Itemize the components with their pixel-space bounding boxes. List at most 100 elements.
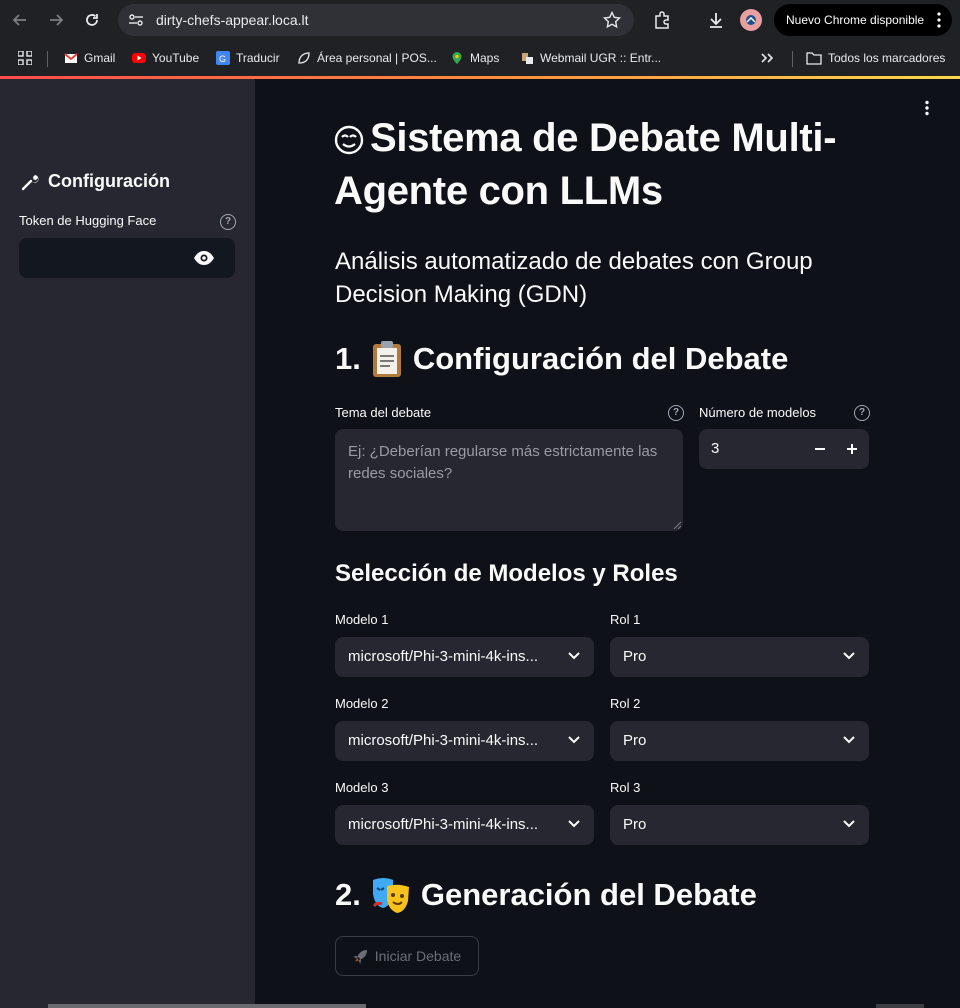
increment-button[interactable] bbox=[837, 434, 867, 464]
chevron-down-icon bbox=[568, 820, 580, 828]
bookmark-separator bbox=[792, 51, 793, 67]
role-3-select[interactable]: Pro bbox=[610, 805, 869, 845]
more-bookmarks-icon[interactable] bbox=[760, 50, 774, 66]
model-1-select[interactable]: microsoft/Phi-3-mini-4k-ins... bbox=[335, 637, 594, 677]
bookmark-label: YouTube bbox=[152, 51, 200, 65]
bookmark-maps[interactable]: Maps bbox=[450, 50, 499, 66]
address-bar[interactable]: dirty-chefs-appear.loca.lt bbox=[118, 4, 634, 36]
bookmark-separator bbox=[47, 51, 48, 67]
page-title: Sistema de Debate Multi-Agente con LLMs bbox=[334, 112, 874, 218]
bookmark-youtube[interactable]: YouTube bbox=[132, 50, 199, 66]
role-2-select[interactable]: Pro bbox=[610, 721, 869, 761]
role-3-label: Rol 3 bbox=[610, 780, 641, 795]
start-debate-button[interactable]: Iniciar Debate bbox=[335, 936, 479, 976]
section-number: 2. bbox=[335, 877, 361, 912]
back-arrow-icon bbox=[12, 14, 26, 26]
sidebar-title: Configuración bbox=[20, 171, 170, 192]
bookmark-area-personal[interactable]: Área personal | POS... bbox=[297, 50, 437, 66]
section-text: Generación del Debate bbox=[420, 877, 757, 912]
all-bookmarks-folder[interactable]: Todos los marcadores bbox=[806, 50, 945, 66]
section-config-heading: 1. Configuración del Debate bbox=[335, 340, 788, 378]
all-bookmarks-label: Todos los marcadores bbox=[828, 51, 946, 65]
leaf-icon bbox=[298, 52, 310, 64]
bookmark-webmail[interactable]: Webmail UGR :: Entr... bbox=[520, 50, 661, 66]
chevron-down-icon bbox=[568, 652, 580, 660]
section-generation-heading: 2. Generación del Debate bbox=[335, 876, 757, 914]
num-models-label: Número de modelos bbox=[699, 405, 817, 420]
model-3-select[interactable]: microsoft/Phi-3-mini-4k-ins... bbox=[335, 805, 594, 845]
chevron-down-icon bbox=[843, 652, 855, 660]
plus-icon bbox=[847, 444, 857, 454]
back-button[interactable] bbox=[8, 8, 32, 32]
role-1-select[interactable]: Pro bbox=[610, 637, 869, 677]
sidebar-title-text: Configuración bbox=[48, 171, 170, 191]
translate-icon: G bbox=[216, 51, 230, 65]
num-models-value[interactable]: 3 bbox=[711, 440, 719, 457]
reload-icon bbox=[86, 14, 98, 26]
help-icon[interactable]: ? bbox=[854, 405, 870, 421]
topic-textarea[interactable]: Ej: ¿Deberían regularse más estrictament… bbox=[335, 429, 683, 531]
theater-masks-emoji-icon bbox=[372, 878, 409, 913]
main-content bbox=[255, 79, 960, 1008]
start-debate-label: Iniciar Debate bbox=[374, 948, 462, 964]
help-icon[interactable]: ? bbox=[668, 405, 684, 421]
token-input[interactable] bbox=[19, 238, 235, 278]
bookmark-label: Webmail UGR :: Entr... bbox=[540, 51, 662, 65]
section-text: Configuración del Debate bbox=[412, 341, 789, 376]
chrome-update-button[interactable]: Nuevo Chrome disponible bbox=[774, 4, 952, 36]
app-menu-icon[interactable] bbox=[924, 100, 930, 116]
face-emoji-icon bbox=[334, 126, 364, 155]
page-subtitle: Análisis automatizado de debates con Gro… bbox=[335, 248, 813, 308]
horizontal-scrollbar-thumb[interactable] bbox=[876, 1004, 924, 1008]
page-title-text: Sistema de Debate Multi-Agente con LLMs bbox=[334, 116, 837, 213]
browser-toolbar: dirty-chefs-appear.loca.lt Nuevo Chrome … bbox=[0, 0, 960, 40]
section-number: 1. bbox=[335, 341, 361, 376]
resize-grip-icon[interactable] bbox=[673, 521, 681, 529]
bookmark-label: Traducir bbox=[236, 51, 280, 65]
model-3-label: Modelo 3 bbox=[335, 780, 389, 795]
youtube-icon bbox=[132, 53, 146, 63]
download-icon[interactable] bbox=[704, 8, 728, 32]
folder-icon bbox=[806, 52, 822, 65]
role-1-label: Rol 1 bbox=[610, 612, 641, 627]
chevron-down-icon bbox=[843, 820, 855, 828]
chevron-down-icon bbox=[568, 736, 580, 744]
reload-button[interactable] bbox=[80, 8, 104, 32]
model-2-label: Modelo 2 bbox=[335, 696, 389, 711]
role-2-value: Pro bbox=[623, 732, 647, 749]
chevron-down-icon bbox=[843, 736, 855, 744]
bookmark-traducir[interactable]: G Traducir bbox=[216, 50, 280, 66]
profile-avatar-icon[interactable] bbox=[740, 9, 762, 31]
model-2-select[interactable]: microsoft/Phi-3-mini-4k-ins... bbox=[335, 721, 594, 761]
bookmarks-bar: Gmail YouTube G Traducir Área personal |… bbox=[0, 40, 960, 76]
num-models-input[interactable]: 3 bbox=[699, 429, 869, 469]
topic-placeholder: Ej: ¿Deberían regularse más estrictament… bbox=[348, 443, 658, 482]
model-3-value: microsoft/Phi-3-mini-4k-ins... bbox=[348, 816, 539, 833]
clipboard-emoji-icon bbox=[372, 341, 401, 377]
chrome-update-label: Nuevo Chrome disponible bbox=[786, 13, 925, 27]
forward-arrow-icon bbox=[50, 14, 64, 26]
sidebar: Configuración Token de Hugging Face ? bbox=[0, 79, 255, 1008]
site-info-icon[interactable] bbox=[126, 10, 146, 30]
bookmark-gmail[interactable]: Gmail bbox=[64, 50, 115, 66]
webmail-icon bbox=[522, 53, 533, 64]
rocket-icon bbox=[352, 950, 367, 964]
model-1-label: Modelo 1 bbox=[335, 612, 389, 627]
svg-text:G: G bbox=[219, 54, 226, 64]
role-2-label: Rol 2 bbox=[610, 696, 641, 711]
show-password-eye-icon[interactable] bbox=[193, 249, 215, 267]
bookmark-label: Maps bbox=[470, 51, 500, 65]
extensions-icon[interactable] bbox=[650, 8, 674, 32]
apps-grid-icon[interactable] bbox=[18, 50, 32, 66]
horizontal-scrollbar[interactable] bbox=[48, 1004, 366, 1008]
token-label: Token de Hugging Face bbox=[19, 213, 157, 228]
help-icon[interactable]: ? bbox=[220, 214, 236, 230]
role-1-value: Pro bbox=[623, 648, 647, 665]
maps-pin-icon bbox=[452, 52, 462, 64]
forward-button[interactable] bbox=[44, 8, 68, 32]
model-1-value: microsoft/Phi-3-mini-4k-ins... bbox=[348, 648, 539, 665]
bookmark-star-icon[interactable] bbox=[602, 10, 622, 30]
more-menu-icon bbox=[937, 12, 941, 28]
decrement-button[interactable] bbox=[805, 434, 835, 464]
url-text[interactable]: dirty-chefs-appear.loca.lt bbox=[156, 12, 309, 28]
